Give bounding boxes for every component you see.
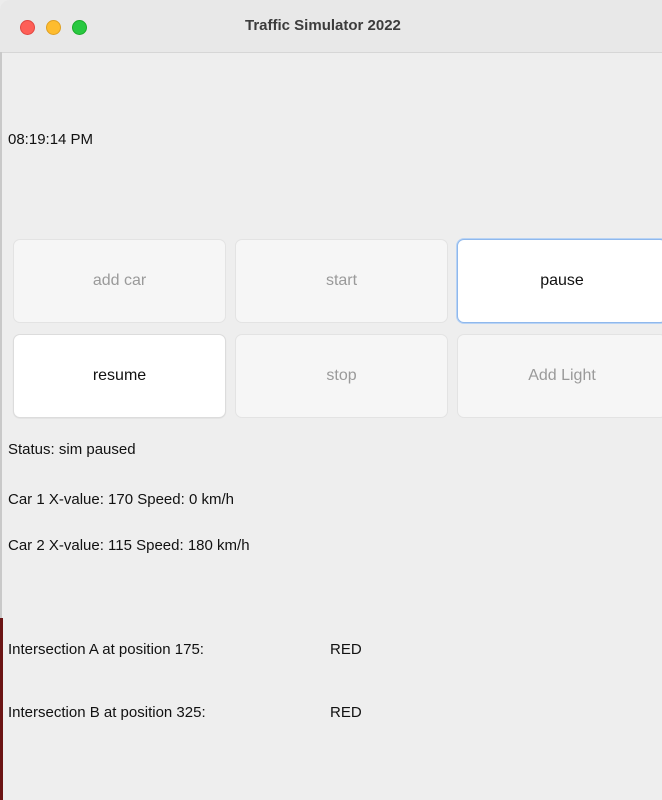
intersection-a-label: Intersection A at position 175: xyxy=(8,641,204,658)
window-title: Traffic Simulator 2022 xyxy=(245,17,401,34)
app-window: Traffic Simulator 2022 08:19:14 PM add c… xyxy=(0,0,662,800)
add-light-button[interactable]: Add Light xyxy=(457,334,662,418)
add-car-button[interactable]: add car xyxy=(13,239,226,323)
pause-button[interactable]: pause xyxy=(457,239,662,323)
left-border-accent xyxy=(0,618,3,800)
status-label: Status: sim paused xyxy=(8,441,136,458)
title-bar: Traffic Simulator 2022 xyxy=(0,0,662,53)
car-2-info: Car 2 X-value: 115 Speed: 180 km/h xyxy=(8,537,250,554)
intersection-b-state: RED xyxy=(330,704,362,721)
start-button[interactable]: start xyxy=(235,239,448,323)
intersection-a-state: RED xyxy=(330,641,362,658)
car-1-info: Car 1 X-value: 170 Speed: 0 km/h xyxy=(8,491,234,508)
intersection-b-label: Intersection B at position 325: xyxy=(8,704,206,721)
resume-button[interactable]: resume xyxy=(13,334,226,418)
stop-button[interactable]: stop xyxy=(235,334,448,418)
left-border xyxy=(0,52,2,622)
clock-label: 08:19:14 PM xyxy=(8,131,94,148)
